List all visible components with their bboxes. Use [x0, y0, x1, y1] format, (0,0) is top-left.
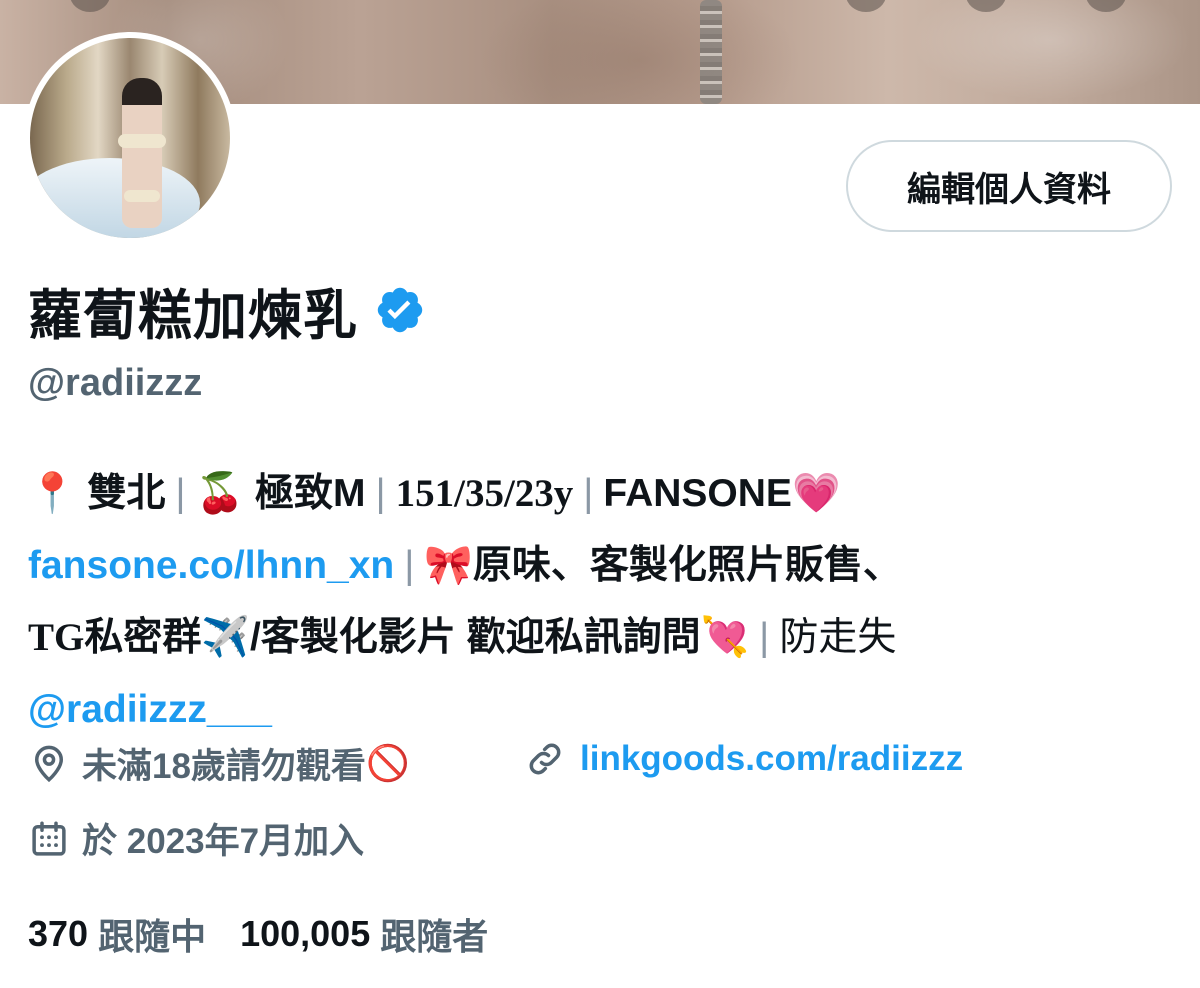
profile-avatar[interactable]	[24, 32, 236, 244]
avatar-bathtub	[30, 158, 200, 238]
bio-line: @radiizzz___	[28, 674, 1178, 746]
bio-fansone-link[interactable]: fansone.co/lhnn_xn	[28, 544, 394, 587]
link-icon	[529, 743, 561, 775]
no-entry-icon: 🚫	[365, 744, 410, 783]
edit-profile-button[interactable]: 編輯個人資料	[846, 140, 1172, 232]
avatar-photo	[30, 38, 230, 238]
user-handle: @radiizzz	[28, 362, 203, 404]
bio-location: 雙北	[87, 472, 166, 515]
bio-tg: TG	[28, 616, 85, 659]
profile-bio: 📍 雙北 | 🍒 極致M | 151/35/23y | FANSONE💗 fansone.c…	[28, 458, 1178, 746]
display-name-row: 蘿蔔糕加煉乳	[28, 272, 426, 348]
website-link[interactable]: linkgoods.com/radiizzz	[580, 739, 963, 779]
bio-brand: FANSONE	[603, 472, 792, 515]
calendar-icon	[32, 821, 66, 856]
joined-text: 於 2023年7月加入	[82, 822, 365, 861]
airplane-icon: ✈️	[201, 616, 250, 659]
bio-line: 📍 雙北 | 🍒 極致M | 151/35/23y | FANSONE💗	[28, 458, 1178, 530]
location-pin-icon	[34, 745, 64, 782]
bio-separator: |	[583, 472, 594, 515]
following-count-link[interactable]: 370 跟隨中	[28, 908, 206, 960]
bio-text: 私密群	[84, 616, 202, 659]
profile-website[interactable]: linkgoods.com/radiizzz	[524, 738, 963, 780]
ribbon-icon: 🎀	[424, 544, 473, 587]
pin-icon: 📍	[28, 472, 77, 515]
bio-separator: |	[404, 544, 415, 587]
bio-text: 原味、客製化照片販售、	[472, 544, 902, 587]
profile-location: 未滿18歲請勿觀看 🚫	[28, 738, 410, 789]
followers-count-link[interactable]: 100,005 跟隨者	[240, 908, 488, 960]
followers-count: 100,005	[240, 913, 371, 954]
following-count: 370	[28, 913, 89, 954]
cherry-icon: 🍒	[195, 472, 245, 515]
following-label: 跟隨中	[98, 916, 207, 957]
bio-text: /客製化影片 歡迎私訊詢問	[249, 616, 701, 659]
bio-line: TG私密群✈️/客製化影片 歡迎私訊詢問💘 | 防走失	[28, 602, 1178, 674]
verified-badge-icon[interactable]	[374, 284, 426, 336]
heart-icon: 💗	[791, 472, 841, 515]
followers-label: 跟隨者	[380, 916, 489, 957]
location-text: 未滿18歲請勿觀看	[82, 747, 366, 786]
bio-mention-link[interactable]: @radiizzz___	[28, 688, 272, 731]
bio-line: fansone.co/lhnn_xn | 🎀原味、客製化照片販售、	[28, 530, 1178, 602]
profile-joined-date: 於 2023年7月加入	[28, 813, 364, 864]
bio-separator: |	[759, 616, 770, 659]
follow-stats: 370 跟隨中 100,005 跟隨者	[28, 908, 488, 960]
avatar-detail	[118, 134, 166, 148]
heart-arrow-icon: 💘	[700, 616, 750, 659]
bio-trait: 極致M	[254, 472, 366, 515]
bio-separator: |	[375, 472, 386, 515]
bio-stats: 151/35/23y	[395, 472, 574, 515]
display-name: 蘿蔔糕加煉乳	[28, 285, 358, 346]
bio-separator: |	[175, 472, 186, 515]
avatar-figure	[122, 78, 162, 228]
banner-chain-detail	[700, 0, 722, 104]
bio-text: 防走失	[779, 616, 897, 659]
avatar-detail	[124, 190, 160, 202]
